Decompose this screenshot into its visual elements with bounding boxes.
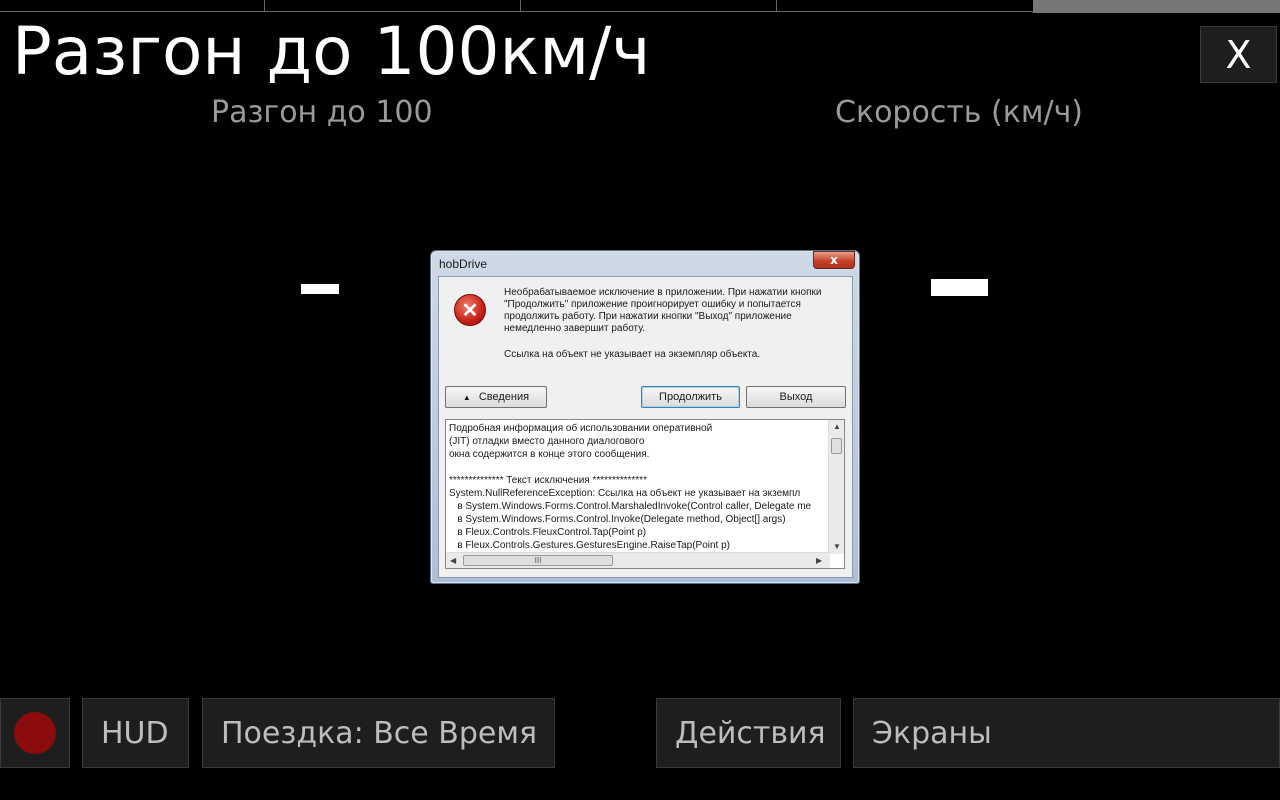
error-dialog: hobDrive x ✕ Необрабатываемое исключение… [430,250,860,584]
scroll-up-icon[interactable]: ▲ [833,422,841,431]
acceleration-value-bar [301,284,339,294]
details-textbox[interactable]: Подробная информация об использовании оп… [445,419,845,569]
error-icon: ✕ [454,294,486,326]
close-button[interactable]: X [1200,26,1277,83]
vertical-scrollbar[interactable]: ▲ ▼ [828,420,844,554]
tab-active[interactable] [1033,0,1280,13]
horizontal-scrollbar[interactable]: ◀ III ▶ [446,552,830,568]
trip-button[interactable]: Поездка: Все Время [202,698,555,768]
actions-button[interactable]: Действия [656,698,841,768]
dialog-message-detail: Ссылка на объект не указывает на экземпл… [504,349,761,360]
details-button[interactable]: ▲ Сведения [445,386,547,408]
left-column-header: Разгон до 100 [211,95,433,130]
scroll-down-icon[interactable]: ▼ [833,542,841,551]
details-button-label: Сведения [478,391,530,403]
screens-button[interactable]: Экраны [853,698,1280,768]
tab-3[interactable] [521,0,777,12]
tab-4[interactable] [777,0,1033,12]
exit-button[interactable]: Выход [746,386,846,408]
hud-button[interactable]: HUD [82,698,189,768]
speed-value-bar [931,279,988,296]
dialog-close-button[interactable]: x [813,251,855,269]
triangle-up-icon: ▲ [462,392,471,402]
dialog-body: ✕ Необрабатываемое исключение в приложен… [438,276,853,578]
continue-button[interactable]: Продолжить [641,386,740,408]
record-button[interactable] [0,698,70,768]
close-icon: x [830,253,838,267]
scroll-left-icon[interactable]: ◀ [450,556,456,565]
scroll-right-icon[interactable]: ▶ [816,556,822,565]
tab-strip [0,0,1280,13]
dialog-title: hobDrive [439,257,488,271]
horizontal-scroll-thumb[interactable]: III [463,555,613,566]
vertical-scroll-thumb[interactable] [831,438,842,454]
details-text: Подробная информация об использовании оп… [449,423,812,551]
record-icon [14,712,56,754]
page-title: Разгон до 100км/ч [12,13,651,90]
dialog-message: Необрабатываемое исключение в приложении… [504,287,822,334]
tab-1[interactable] [0,0,265,12]
tab-2[interactable] [265,0,521,12]
right-column-header: Скорость (км/ч) [835,95,1083,130]
